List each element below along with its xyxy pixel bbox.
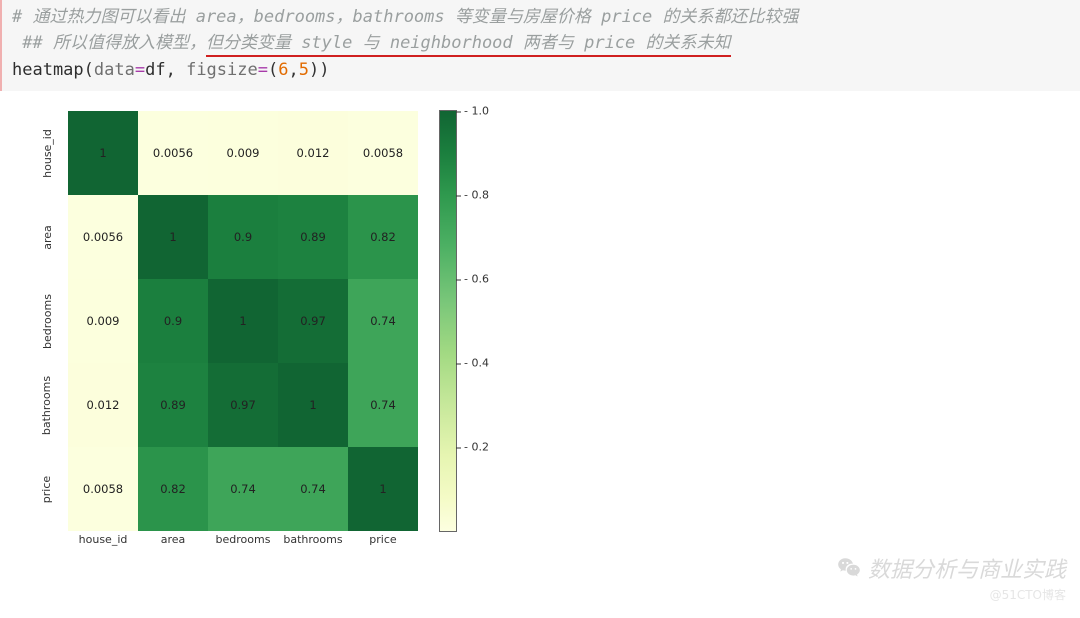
colorbar-tick: - 0.6 <box>456 273 489 286</box>
watermark: 数据分析与商业实践 @51CTO博客 <box>836 552 1066 603</box>
code-fn: heatmap <box>12 60 84 80</box>
colorbar-tick: - 0.4 <box>456 357 489 370</box>
code-comment-2-underline: 但分类变量 style 与 neighborhood 两者与 price 的关系… <box>206 33 731 57</box>
y-tick-label: bathrooms <box>41 375 54 434</box>
heatmap-cell: 0.89 <box>278 195 348 279</box>
colorbar-tick: - 0.2 <box>456 441 489 454</box>
heatmap-row: 0.005610.90.890.82 <box>68 195 418 279</box>
heatmap-cell: 0.74 <box>348 279 418 363</box>
y-tick-label: price <box>40 475 53 502</box>
code-comment-2-lead: ## 所以值得放入模型， <box>12 33 206 53</box>
heatmap-cell: 1 <box>208 279 278 363</box>
heatmap-cell: 1 <box>138 195 208 279</box>
heatmap-cell: 1 <box>348 447 418 531</box>
code-comment-1: # 通过热力图可以看出 area，bedrooms，bathrooms 等变量与… <box>12 7 799 27</box>
heatmap-cell: 0.9 <box>208 195 278 279</box>
code-cell: # 通过热力图可以看出 area，bedrooms，bathrooms 等变量与… <box>0 0 1080 91</box>
heatmap-cell: 0.0056 <box>138 111 208 195</box>
x-tick-label: bedrooms <box>208 533 278 553</box>
y-tick-label: area <box>41 225 54 250</box>
watermark-main: 数据分析与商业实践 <box>868 552 1066 584</box>
wechat-icon <box>836 555 862 581</box>
heatmap-cell: 0.0058 <box>348 111 418 195</box>
heatmap-cell: 0.009 <box>208 111 278 195</box>
x-tick-label: area <box>138 533 208 553</box>
y-tick-label: bedrooms <box>41 294 54 349</box>
heatmap-cell: 1 <box>68 111 138 195</box>
heatmap-cell: 0.0058 <box>68 447 138 531</box>
heatmap-cell: 0.9 <box>138 279 208 363</box>
heatmap-cell: 0.74 <box>208 447 278 531</box>
heatmap-cell: 0.0056 <box>68 195 138 279</box>
heatmap-cell: 0.74 <box>278 447 348 531</box>
heatmap-cell: 0.89 <box>138 363 208 447</box>
heatmap-row: 0.00580.820.740.741 <box>68 447 418 531</box>
heatmap-row: 0.0090.910.970.74 <box>68 279 418 363</box>
heatmap-row: 0.0120.890.9710.74 <box>68 363 418 447</box>
x-tick-label: house_id <box>68 533 138 553</box>
heatmap-x-axis: house_id area bedrooms bathrooms price <box>68 533 418 553</box>
heatmap-y-axis: house_id area bedrooms bathrooms price <box>32 111 62 531</box>
x-tick-label: price <box>348 533 418 553</box>
heatmap-cell: 0.009 <box>68 279 138 363</box>
heatmap-cell: 0.97 <box>278 279 348 363</box>
heatmap-cell: 1 <box>278 363 348 447</box>
x-tick-label: bathrooms <box>278 533 348 553</box>
heatmap-cell: 0.012 <box>278 111 348 195</box>
heatmap-cell: 0.82 <box>348 195 418 279</box>
colorbar-tick: - 0.8 <box>456 189 489 202</box>
heatmap-row: 10.00560.0090.0120.0058 <box>68 111 418 195</box>
heatmap-cell: 0.82 <box>138 447 208 531</box>
y-tick-label: house_id <box>41 129 54 178</box>
heatmap-grid: 10.00560.0090.0120.00580.005610.90.890.8… <box>68 111 418 531</box>
colorbar-ticks: - 0.2- 0.4- 0.6- 0.8- 1.0 <box>456 111 496 531</box>
heatmap-cell: 0.012 <box>68 363 138 447</box>
colorbar-tick: - 1.0 <box>456 105 489 118</box>
heatmap-output: house_id area bedrooms bathrooms price 1… <box>0 91 1080 618</box>
heatmap-cell: 0.74 <box>348 363 418 447</box>
colorbar <box>440 111 456 531</box>
watermark-sub: @51CTO博客 <box>836 586 1066 603</box>
heatmap-cell: 0.97 <box>208 363 278 447</box>
